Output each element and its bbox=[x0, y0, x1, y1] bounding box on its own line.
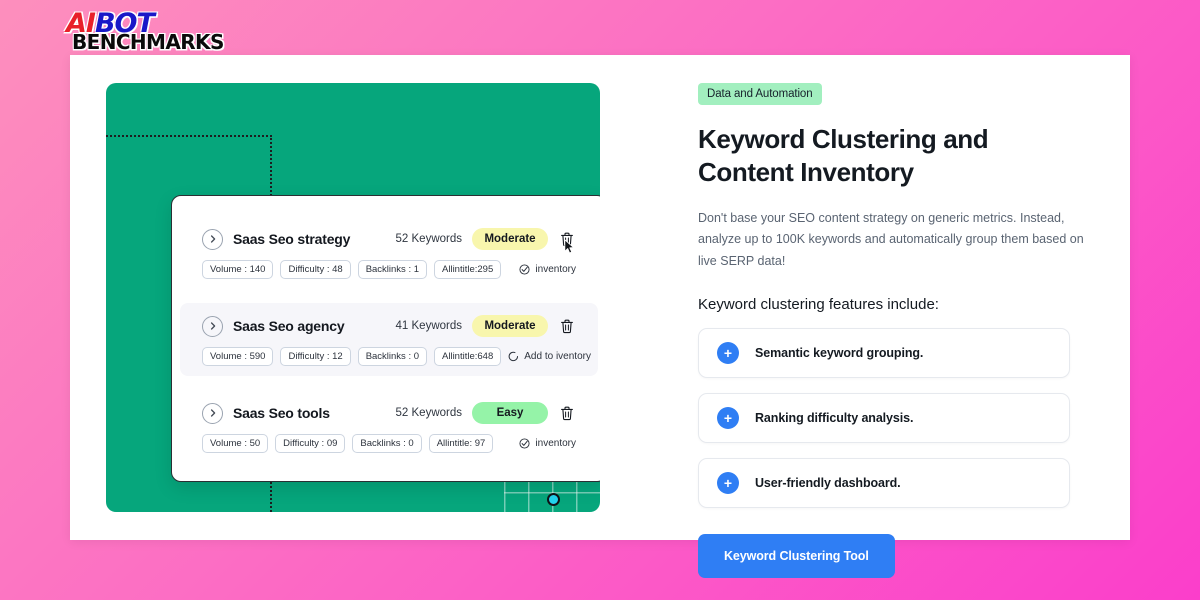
feature-list-item[interactable]: + Ranking difficulty analysis. bbox=[698, 393, 1070, 444]
keyword-row-header: Saas Seo strategy 52 Keywords Moderate bbox=[202, 228, 576, 254]
metric-chip: Volume : 140 bbox=[202, 260, 274, 279]
metric-chip: Allintitle:648 bbox=[434, 347, 502, 366]
chevron-right-icon[interactable] bbox=[202, 315, 223, 337]
inventory-label: Add to iventory bbox=[524, 351, 591, 362]
delete-cluster-button[interactable] bbox=[558, 230, 576, 254]
metric-chip: Volume : 50 bbox=[202, 434, 269, 453]
anchor-handle[interactable] bbox=[547, 493, 560, 506]
feature-label: Ranking difficulty analysis. bbox=[755, 411, 914, 426]
inventory-label: inventory bbox=[535, 264, 576, 275]
inventory-status[interactable]: inventory bbox=[519, 438, 576, 449]
category-tag: Data and Automation bbox=[698, 83, 822, 105]
chevron-right-icon[interactable] bbox=[202, 228, 223, 250]
plus-icon: + bbox=[717, 472, 739, 495]
page-title: Keyword Clustering and Content Inventory bbox=[698, 124, 989, 188]
inventory-label: inventory bbox=[535, 438, 576, 449]
keyword-row[interactable]: Saas Seo agency 41 Keywords Moderate Vol… bbox=[180, 303, 598, 376]
product-preview-panel: Saas Seo strategy 52 Keywords Moderate V… bbox=[106, 83, 600, 512]
refresh-circle-icon bbox=[508, 351, 519, 362]
content-card: Saas Seo strategy 52 Keywords Moderate V… bbox=[70, 55, 1130, 579]
keyword-count: 52 Keywords bbox=[395, 233, 462, 245]
guide-line-horizontal bbox=[106, 135, 272, 137]
keyword-metrics: Volume : 50 Difficulty : 09 Backlinks : … bbox=[202, 434, 576, 453]
difficulty-badge: Easy bbox=[472, 402, 548, 424]
feature-label: User-friendly dashboard. bbox=[755, 476, 901, 491]
check-circle-icon bbox=[519, 438, 530, 449]
difficulty-badge: Moderate bbox=[472, 228, 548, 250]
delete-cluster-button[interactable] bbox=[558, 404, 576, 422]
metric-chip: Volume : 590 bbox=[202, 347, 274, 366]
keyword-metrics: Volume : 590 Difficulty : 12 Backlinks :… bbox=[202, 347, 591, 366]
keyword-cluster-title: Saas Seo tools bbox=[233, 405, 330, 421]
keyword-row-header: Saas Seo agency 41 Keywords Moderate bbox=[202, 315, 576, 337]
delete-cluster-button[interactable] bbox=[558, 317, 576, 335]
keyword-metrics: Volume : 140 Difficulty : 48 Backlinks :… bbox=[202, 260, 576, 279]
keyword-cluster-title: Saas Seo agency bbox=[233, 318, 345, 334]
inventory-status[interactable]: inventory bbox=[519, 264, 576, 275]
metric-chip: Backlinks : 1 bbox=[357, 260, 428, 279]
keyword-row[interactable]: Saas Seo strategy 52 Keywords Moderate V… bbox=[180, 216, 598, 289]
description-text: Don't base your SEO content strategy on … bbox=[698, 210, 1084, 268]
keyword-row[interactable]: Saas Seo tools 52 Keywords Easy Volume :… bbox=[180, 390, 598, 463]
features-heading: Keyword clustering features include: bbox=[698, 296, 939, 314]
check-circle-icon bbox=[519, 264, 530, 275]
keyword-cluster-title: Saas Seo strategy bbox=[233, 231, 351, 247]
keyword-count: 52 Keywords bbox=[395, 407, 462, 419]
keyword-clustering-tool-button[interactable]: Keyword Clustering Tool bbox=[698, 534, 895, 579]
difficulty-badge: Moderate bbox=[472, 315, 548, 337]
feature-label: Semantic keyword grouping. bbox=[755, 346, 924, 361]
keyword-row-header: Saas Seo tools 52 Keywords Easy bbox=[202, 402, 576, 424]
marketing-copy-column: Data and Automation Keyword Clustering a… bbox=[698, 83, 1098, 579]
feature-list-item[interactable]: + Semantic keyword grouping. bbox=[698, 328, 1070, 379]
keyword-count: 41 Keywords bbox=[395, 320, 462, 332]
logo-text-benchmarks: BENCHMARKS bbox=[72, 30, 224, 54]
metric-chip: Allintitle:295 bbox=[434, 260, 502, 279]
plus-icon: + bbox=[717, 407, 739, 430]
keyword-list-card: Saas Seo strategy 52 Keywords Moderate V… bbox=[171, 195, 600, 482]
metric-chip: Difficulty : 12 bbox=[280, 347, 351, 366]
metric-chip: Allintitle: 97 bbox=[428, 434, 494, 453]
metric-chip: Backlinks : 0 bbox=[357, 347, 428, 366]
add-to-inventory-button[interactable]: Add to iventory bbox=[508, 351, 591, 362]
metric-chip: Difficulty : 09 bbox=[275, 434, 346, 453]
site-logo: AIBOT BENCHMARKS bbox=[66, 10, 224, 52]
feature-list-item[interactable]: + User-friendly dashboard. bbox=[698, 458, 1070, 509]
metric-chip: Difficulty : 48 bbox=[280, 260, 351, 279]
plus-icon: + bbox=[717, 342, 739, 365]
chevron-right-icon[interactable] bbox=[202, 402, 223, 424]
metric-chip: Backlinks : 0 bbox=[352, 434, 422, 453]
